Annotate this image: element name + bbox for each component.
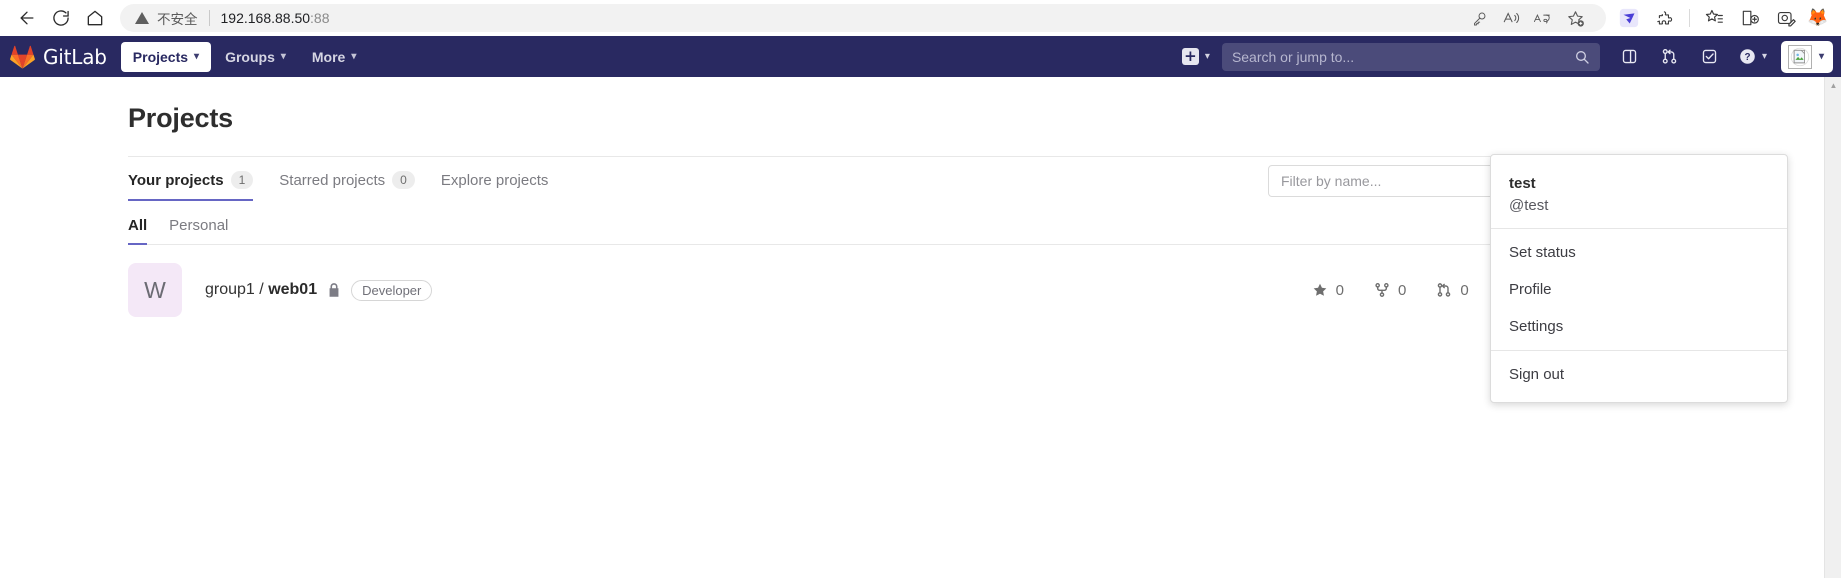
user-menu-dropdown: test @test Set status Profile Settings S… [1490,154,1788,403]
stat-merge-requests-value: 0 [1460,281,1469,299]
lock-icon [327,282,341,298]
stat-stars-value: 0 [1335,281,1344,299]
user-menu-group-signout: Sign out [1491,351,1787,398]
user-handle: @test [1509,197,1549,214]
url-text: 192.168.88.50:88 [220,10,330,26]
browser-reload-button[interactable] [44,3,78,33]
user-menu-header: test @test [1491,161,1787,228]
menu-item-profile[interactable]: Profile [1491,271,1787,308]
nav-item-groups[interactable]: Groups ▾ [213,42,298,72]
svg-text:?: ? [1744,52,1750,63]
menu-item-settings[interactable]: Settings [1491,308,1787,345]
menu-item-set-status[interactable]: Set status [1491,234,1787,271]
project-list-item[interactable]: W group1 / web01 Developer 0 0 0 [128,245,1713,335]
gitlab-navbar: GitLab Projects ▾ Groups ▾ More ▾ + ▾ Se… [0,36,1841,77]
projects-tabs: Your projects 1 Starred projects 0 Explo… [128,157,574,201]
page-scrollbar[interactable]: ▲ [1824,77,1841,578]
tab-explore-projects-label: Explore projects [440,171,549,189]
chevron-down-icon: ▾ [1204,51,1210,62]
tab-your-projects-label: Your projects [128,171,224,189]
tab-your-projects-count: 1 [230,171,254,189]
search-icon [1575,50,1589,64]
page-title: Projects [128,103,233,133]
user-menu-button[interactable]: ▾ [1780,40,1833,73]
chevron-down-icon: ▾ [194,51,200,62]
toolbar-divider [1689,9,1690,27]
tab-starred-projects-label: Starred projects [279,171,386,189]
omnibox-divider [208,10,210,26]
nav-item-more[interactable]: More ▾ [300,42,368,72]
new-item-button[interactable]: + ▾ [1174,42,1218,71]
chevron-down-icon: ▾ [280,51,286,62]
scrollbar-up-arrow[interactable]: ▲ [1825,77,1841,94]
project-namespace: group1 [205,281,255,298]
navbar-right-section: + ▾ Search or jump to... ? ▾ ▾ [1174,36,1841,77]
browser-profile-avatar[interactable]: 🦊 [1805,5,1831,31]
split-screen-icon[interactable] [1733,3,1767,33]
nav-item-projects-label: Projects [132,48,189,65]
extension-bird-icon[interactable] [1612,3,1646,33]
todos-icon[interactable] [1690,36,1730,77]
fork-icon [1375,283,1389,297]
page-body: Projects Your projects 1 Starred project… [0,77,1841,578]
omnibox-actions [1464,5,1592,31]
gitlab-brand-text: GitLab [43,44,107,69]
extensions-puzzle-icon[interactable] [1648,3,1682,33]
issues-icon[interactable] [1610,36,1650,77]
project-path-separator: / [259,281,264,298]
avatar [1787,44,1812,69]
menu-item-sign-out[interactable]: Sign out [1491,356,1787,393]
project-name[interactable]: group1 / web01 [205,281,317,299]
not-secure-warning-icon [134,10,150,26]
stat-forks[interactable]: 0 [1374,282,1406,299]
nav-item-projects[interactable]: Projects ▾ [120,41,212,72]
screenshot-icon[interactable] [1769,3,1803,33]
tab-explore-projects[interactable]: Explore projects [441,158,563,201]
address-bar[interactable]: 不安全 192.168.88.50:88 [120,4,1606,32]
collections-icon[interactable] [1697,3,1731,33]
browser-back-button[interactable] [10,3,44,33]
user-menu-group-primary: Set status Profile Settings [1491,229,1787,350]
stat-forks-value: 0 [1397,281,1407,299]
chevron-down-icon: ▾ [351,51,357,62]
plus-icon: + [1181,48,1199,65]
password-key-icon[interactable] [1464,5,1494,31]
search-placeholder: Search or jump to... [1231,48,1355,65]
browser-extensions-area: 🦊 [1606,3,1831,33]
project-info: group1 / web01 Developer [205,279,433,301]
nav-item-more-label: More [311,48,346,65]
projects-subtabs: All Personal [128,207,1713,245]
stat-merge-requests[interactable]: 0 [1436,281,1469,299]
star-icon [1313,283,1326,296]
chevron-down-icon: ▾ [1818,51,1824,62]
gitlab-home-link[interactable]: GitLab [10,45,115,69]
security-status-text: 不安全 [157,12,198,28]
browser-toolbar: 不安全 192.168.88.50:88 🦊 [0,0,1841,36]
filter-placeholder: Filter by name... [1281,173,1382,189]
gitlab-logo-icon [10,45,35,69]
merge-request-icon [1438,283,1451,297]
project-avatar: W [128,263,182,317]
help-button[interactable]: ? ▾ [1730,36,1775,77]
stat-stars[interactable]: 0 [1312,282,1344,299]
read-aloud-icon[interactable] [1496,5,1526,31]
project-title: web01 [268,281,318,298]
tab-your-projects[interactable]: Your projects 1 [128,157,267,201]
tab-starred-projects[interactable]: Starred projects 0 [279,157,429,201]
browser-home-button[interactable] [78,3,112,33]
chevron-down-icon: ▾ [1761,51,1767,62]
user-display-name: test [1509,175,1536,192]
subtab-personal[interactable]: Personal [169,207,228,244]
projects-tabs-row: Your projects 1 Starred projects 0 Explo… [128,157,1713,205]
search-input[interactable]: Search or jump to... [1221,42,1600,71]
help-circle-icon: ? [1740,49,1755,64]
subtab-all[interactable]: All [128,207,148,245]
nav-item-groups-label: Groups [225,48,275,65]
translate-icon[interactable] [1528,5,1558,31]
merge-requests-icon[interactable] [1650,36,1690,77]
tab-starred-projects-count: 0 [392,171,415,189]
project-role-badge: Developer [351,279,433,301]
add-favorite-icon[interactable] [1560,5,1590,31]
